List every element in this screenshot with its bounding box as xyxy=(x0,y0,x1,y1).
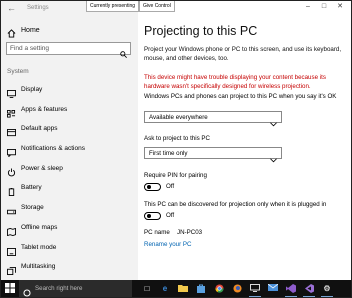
sidebar-item-power[interactable]: Power & sleep xyxy=(1,159,138,179)
sidebar-item-multitasking[interactable]: Multitasking xyxy=(1,257,138,277)
sidebar-item-label: Offline maps xyxy=(21,223,58,231)
edge-icon[interactable]: e xyxy=(158,282,172,295)
remote-icon[interactable] xyxy=(248,282,262,297)
multitasking-icon xyxy=(7,262,16,280)
mail-icon[interactable] xyxy=(266,282,280,295)
sidebar-item-default-apps[interactable]: Default apps xyxy=(1,119,138,139)
home-label: Home xyxy=(21,27,40,34)
settings-icon[interactable]: ⚙ xyxy=(320,282,334,297)
task-view-icon[interactable]: □ xyxy=(140,282,154,295)
firefox-icon[interactable] xyxy=(230,282,244,295)
pin-toggle[interactable] xyxy=(144,183,161,191)
chevron-down-icon xyxy=(270,114,277,132)
availability-label: Windows PCs and phones can project to th… xyxy=(144,93,337,100)
description-text: Project your Windows phone or PC to this… xyxy=(144,46,342,62)
remote-session-strip: Currently presenting Give Control xyxy=(86,1,175,12)
sidebar-item-label: Storage xyxy=(21,204,44,212)
store-icon[interactable] xyxy=(194,282,208,295)
sidebar-item-storage[interactable]: Storage xyxy=(1,198,138,218)
sidebar-item-display[interactable]: Display xyxy=(1,80,138,100)
sidebar-item-label: Apps & features xyxy=(21,105,68,113)
taskbar-search-text: Search right here xyxy=(35,285,83,292)
plugged-in-toggle-state: Off xyxy=(166,212,175,219)
sidebar-item-label: Battery xyxy=(21,184,42,192)
home-icon xyxy=(7,25,16,43)
sidebar-item-offline-maps[interactable]: Offline maps xyxy=(1,218,138,238)
sidebar-item-label: Tablet mode xyxy=(21,243,57,251)
dropdown-value: Available everywhere xyxy=(149,114,208,121)
ask-dropdown[interactable]: First time only xyxy=(144,147,282,163)
availability-dropdown[interactable]: Available everywhere xyxy=(144,111,282,127)
pc-name-value: JN-PC03 xyxy=(177,229,203,236)
page-title: Projecting to this PC xyxy=(144,24,258,38)
chevron-down-icon xyxy=(270,150,277,168)
plugged-in-label: This PC can be discovered for projection… xyxy=(144,201,327,208)
back-arrow-icon[interactable]: ← xyxy=(7,3,17,13)
presenting-label: Currently presenting xyxy=(86,1,140,12)
pc-name-label: PC name xyxy=(144,229,170,236)
cortana-icon xyxy=(23,284,31,297)
rename-pc-link[interactable]: Rename your PC xyxy=(144,240,191,249)
close-icon[interactable]: ✕ xyxy=(334,2,346,12)
sidebar-item-notifications[interactable]: Notifications & actions xyxy=(1,139,138,159)
main-content: Currently presenting Give Control – □ ✕ … xyxy=(86,1,351,280)
start-button[interactable] xyxy=(1,280,19,297)
toggle-knob xyxy=(146,185,151,189)
sidebar-nav: Display Apps & features Default apps Not… xyxy=(1,80,138,277)
search-icon[interactable] xyxy=(120,45,127,63)
pin-toggle-state: Off xyxy=(166,183,175,190)
pin-label: Require PIN for pairing xyxy=(144,172,207,179)
warning-text: This device might have trouble displayin… xyxy=(144,74,326,90)
minimize-icon[interactable]: – xyxy=(302,2,314,12)
sidebar-item-home[interactable]: Home xyxy=(1,23,138,39)
sidebar-item-battery[interactable]: Battery xyxy=(1,178,138,198)
windows-logo-icon xyxy=(5,283,15,293)
maximize-icon[interactable]: □ xyxy=(318,2,330,12)
sidebar: ← Settings Home System Display Apps & fe… xyxy=(1,1,138,280)
sidebar-item-label: Display xyxy=(21,86,43,93)
dropdown-value: First time only xyxy=(149,150,188,157)
app-title: Settings xyxy=(27,5,49,11)
chrome-icon[interactable] xyxy=(212,282,226,295)
sidebar-item-label: Power & sleep xyxy=(21,164,63,172)
sidebar-item-label: Notifications & actions xyxy=(21,145,85,153)
file-explorer-icon[interactable] xyxy=(176,282,190,295)
plugged-in-toggle[interactable] xyxy=(144,212,161,220)
ask-label: Ask to project to this PC xyxy=(144,135,211,142)
search-box[interactable] xyxy=(6,42,131,58)
sidebar-item-label: Multitasking xyxy=(21,263,56,271)
toggle-knob xyxy=(146,214,151,218)
sidebar-item-tablet-mode[interactable]: Tablet mode xyxy=(1,238,138,258)
section-label: System xyxy=(7,68,29,75)
sidebar-item-apps[interactable]: Apps & features xyxy=(1,100,138,120)
give-control-button[interactable]: Give Control xyxy=(139,1,175,12)
sidebar-item-label: Default apps xyxy=(21,125,58,133)
visual-studio-icon[interactable] xyxy=(284,282,298,297)
vs-code-icon[interactable] xyxy=(302,282,316,297)
taskbar: Search right here □ e ⚙ xyxy=(1,280,351,297)
settings-window: ← Settings Home System Display Apps & fe… xyxy=(0,0,352,298)
search-input[interactable] xyxy=(10,43,115,54)
taskbar-search-box[interactable]: Search right here xyxy=(19,280,132,297)
